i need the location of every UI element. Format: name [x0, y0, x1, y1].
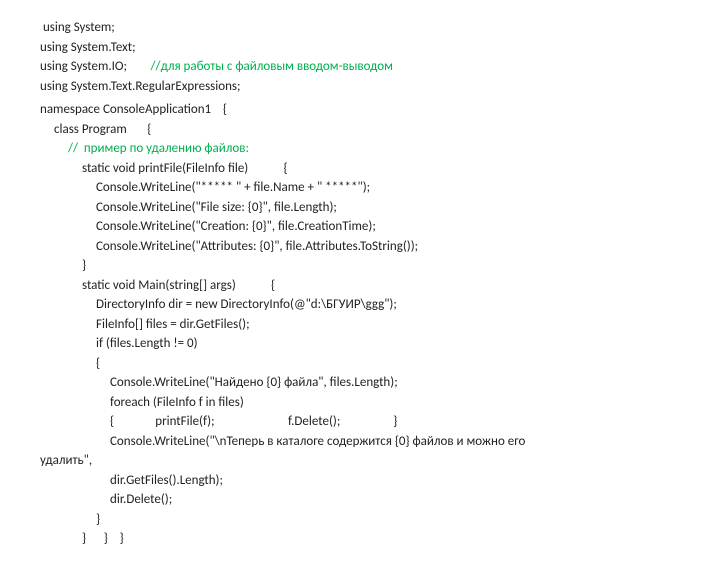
- code-line: Console.WriteLine("Creation: {0}", file.…: [40, 217, 680, 237]
- code-line: удалить",: [40, 451, 680, 471]
- code-comment: // пример по удалению файлов:: [40, 139, 680, 159]
- code-line: }: [40, 510, 680, 530]
- code-line: FileInfo[] files = dir.GetFiles();: [40, 315, 680, 335]
- code-line: foreach (FileInfo f in files): [40, 393, 680, 413]
- code-line: Console.WriteLine("Attributes: {0}", fil…: [40, 237, 680, 257]
- code-line: }: [40, 256, 680, 276]
- code-line: dir.Delete();: [40, 490, 680, 510]
- code-line: dir.GetFiles().Length);: [40, 471, 680, 491]
- code-line: using System.Text.RegularExpressions;: [40, 77, 680, 97]
- code-line: {: [40, 354, 680, 374]
- code-block: using System; using System.Text; using S…: [40, 18, 680, 549]
- code-line: class Program {: [40, 120, 680, 140]
- code-line: using System.Text;: [40, 38, 680, 58]
- code-line: } } }: [40, 529, 680, 549]
- code-line: DirectoryInfo dir = new DirectoryInfo(@"…: [40, 295, 680, 315]
- code-line: Console.WriteLine("File size: {0}", file…: [40, 198, 680, 218]
- code-line: static void Main(string[] args) {: [40, 276, 680, 296]
- code-text: using System.IO;: [40, 59, 127, 74]
- code-line: using System.IO; //для работы с файловым…: [40, 57, 680, 77]
- code-line: if (files.Length != 0): [40, 334, 680, 354]
- code-line: { printFile(f); f.Delete(); }: [40, 412, 680, 432]
- code-line: namespace ConsoleApplication1 {: [40, 100, 680, 120]
- code-line: Console.WriteLine("***** " + file.Name +…: [40, 178, 680, 198]
- code-line: Console.WriteLine("Найдено {0} файла", f…: [40, 373, 680, 393]
- code-comment: //для работы с файловым вводом-выводом: [127, 59, 393, 74]
- code-line: Console.WriteLine("\nТеперь в каталоге с…: [40, 432, 680, 452]
- code-line: static void printFile(FileInfo file) {: [40, 159, 680, 179]
- code-line: using System;: [40, 18, 680, 38]
